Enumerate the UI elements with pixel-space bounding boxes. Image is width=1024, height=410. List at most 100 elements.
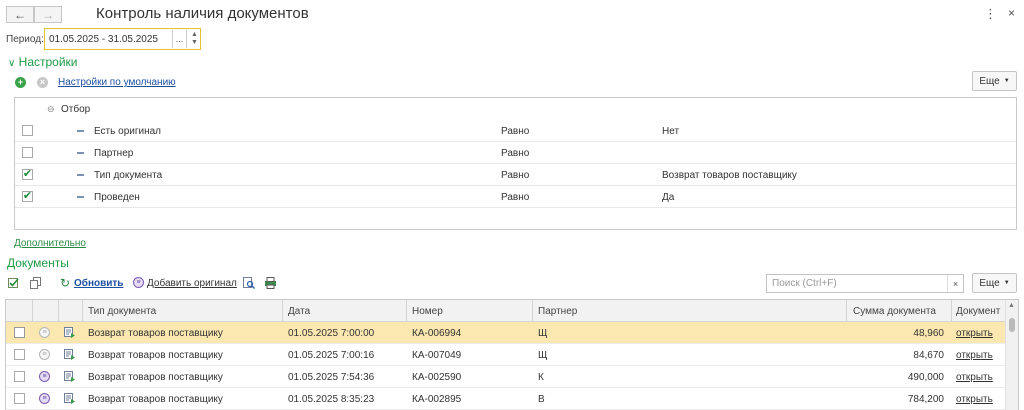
row-checkbox[interactable]: [14, 393, 25, 404]
filter-row[interactable]: Партнер Равно: [15, 142, 1016, 164]
cell-partner: В: [538, 394, 545, 405]
filter-checkbox[interactable]: ✔: [22, 191, 33, 202]
close-icon[interactable]: ×: [1008, 6, 1015, 20]
vertical-ellipsis-icon[interactable]: ⋮: [984, 6, 997, 22]
add-original-button[interactable]: Добавить оригинал: [147, 278, 237, 289]
additional-link[interactable]: Дополнительно: [14, 238, 86, 249]
filter-group-label: Отбор: [61, 104, 91, 115]
dropdown-arrow-icon: ▼: [1003, 78, 1010, 84]
cell-doc-type: Возврат товаров поставщику: [88, 394, 223, 405]
open-document-link[interactable]: открыть: [956, 372, 993, 383]
documents-header: Документы: [7, 256, 69, 270]
cell-doc-type: Возврат товаров поставщику: [88, 328, 223, 339]
cell-date: 01.05.2025 7:00:16: [288, 350, 375, 361]
default-settings-link[interactable]: Настройки по умолчанию: [58, 77, 176, 88]
period-spinner[interactable]: ▲ ▼: [186, 30, 200, 48]
page-title: Контроль наличия документов: [96, 5, 309, 22]
checkmark-icon: ✔: [22, 190, 33, 202]
column-sum[interactable]: Сумма документа: [853, 306, 936, 317]
find-document-icon[interactable]: [243, 277, 255, 292]
chevron-down-icon: ∨: [8, 58, 16, 69]
cell-partner: Щ: [538, 350, 548, 361]
add-icon[interactable]: +: [15, 77, 26, 88]
remove-icon[interactable]: ×: [37, 77, 48, 88]
cell-number: КА-002895: [412, 394, 462, 405]
documents-more-button[interactable]: Еще ▼: [972, 273, 1017, 293]
row-checkbox[interactable]: [14, 327, 25, 338]
filter-value: Да: [662, 192, 675, 203]
table-row[interactable]: ≡ Возврат товаров поставщику 01.05.2025 …: [6, 388, 1006, 410]
scroll-up-icon[interactable]: ▲: [1008, 302, 1015, 309]
period-input[interactable]: 01.05.2025 - 31.05.2025: [45, 34, 172, 45]
forward-button[interactable]: →: [34, 6, 62, 23]
refresh-icon[interactable]: ↻: [60, 277, 70, 289]
period-field[interactable]: 01.05.2025 - 31.05.2025 ... ▲ ▼: [44, 28, 201, 50]
filter-table[interactable]: ⊖ Отбор Есть оригинал Равно Нет Партнер …: [14, 97, 1017, 230]
filter-row[interactable]: Есть оригинал Равно Нет: [15, 120, 1016, 142]
filter-field: Партнер: [94, 148, 134, 159]
filter-checkbox[interactable]: [22, 125, 33, 136]
cell-doc-type: Возврат товаров поставщику: [88, 372, 223, 383]
filter-field: Есть оригинал: [94, 126, 161, 137]
row-checkbox[interactable]: [14, 349, 25, 360]
column-doc-type[interactable]: Тип документа: [88, 306, 156, 317]
documents-more-label: Еще: [979, 277, 1000, 289]
column-date[interactable]: Дата: [288, 306, 310, 317]
back-button[interactable]: ←: [6, 6, 34, 23]
table-scrollbar[interactable]: ▲: [1005, 300, 1018, 410]
search-field[interactable]: Поиск (Ctrl+F) ×: [766, 274, 964, 293]
spin-down-icon[interactable]: ▼: [191, 39, 198, 46]
filter-value: Нет: [662, 126, 680, 137]
column-document[interactable]: Документ: [956, 306, 1000, 317]
arrow-right-icon: →: [42, 7, 54, 22]
open-document-link[interactable]: открыть: [956, 328, 993, 339]
filter-group-row[interactable]: ⊖ Отбор: [15, 98, 1016, 120]
clear-search-icon[interactable]: ×: [947, 275, 963, 292]
spin-up-icon[interactable]: ▲: [191, 31, 198, 38]
filter-checkbox[interactable]: [22, 147, 33, 158]
table-row[interactable]: ≡ Возврат товаров поставщику 01.05.2025 …: [6, 366, 1006, 388]
open-document-link[interactable]: открыть: [956, 350, 993, 361]
settings-header[interactable]: ∨ Настройки: [8, 55, 78, 69]
filter-condition: Равно: [501, 192, 530, 203]
filter-condition: Равно: [501, 170, 530, 181]
copy-icon[interactable]: [30, 277, 42, 292]
column-partner[interactable]: Партнер: [538, 306, 577, 317]
collapse-group-icon[interactable]: ⊖: [47, 104, 55, 115]
print-icon[interactable]: [264, 277, 277, 292]
original-status-icon: ≡: [39, 393, 50, 404]
original-status-icon: ≡: [39, 371, 50, 382]
original-status-icon: ≡: [39, 327, 50, 338]
filter-condition: Равно: [501, 126, 530, 137]
filter-item-icon: [77, 152, 84, 154]
add-original-icon[interactable]: ≡: [133, 277, 144, 288]
filter-checkbox[interactable]: ✔: [22, 169, 33, 180]
document-icon: [64, 393, 75, 404]
scroll-thumb[interactable]: [1009, 318, 1015, 332]
period-select-button[interactable]: ...: [172, 30, 186, 48]
settings-more-button[interactable]: Еще ▼: [972, 71, 1017, 91]
filter-row[interactable]: ✔ Тип документа Равно Возврат товаров по…: [15, 164, 1016, 186]
search-input[interactable]: Поиск (Ctrl+F): [767, 278, 947, 289]
document-icon: [64, 327, 75, 338]
row-checkbox[interactable]: [14, 371, 25, 382]
column-number[interactable]: Номер: [412, 306, 443, 317]
table-row[interactable]: ≡ Возврат товаров поставщику 01.05.2025 …: [6, 322, 1006, 344]
filter-value: Возврат товаров поставщику: [662, 170, 797, 181]
period-label: Период:: [6, 34, 44, 45]
filter-field: Проведен: [94, 192, 140, 203]
refresh-button[interactable]: Обновить: [74, 278, 123, 289]
select-all-icon[interactable]: [8, 277, 20, 292]
filter-field: Тип документа: [94, 170, 163, 181]
cell-sum: 784,200: [907, 394, 944, 405]
cell-doc-type: Возврат товаров поставщику: [88, 350, 223, 361]
dropdown-arrow-icon: ▼: [1003, 280, 1010, 286]
open-document-link[interactable]: открыть: [956, 394, 993, 405]
filter-row[interactable]: ✔ Проведен Равно Да: [15, 186, 1016, 208]
settings-header-label: Настройки: [18, 55, 78, 69]
document-icon: [64, 349, 75, 360]
table-row[interactable]: ≡ Возврат товаров поставщику 01.05.2025 …: [6, 344, 1006, 366]
documents-table[interactable]: Тип документа Дата Номер Партнер Сумма д…: [5, 299, 1019, 410]
filter-condition: Равно: [501, 148, 530, 159]
filter-item-icon: [77, 174, 84, 176]
